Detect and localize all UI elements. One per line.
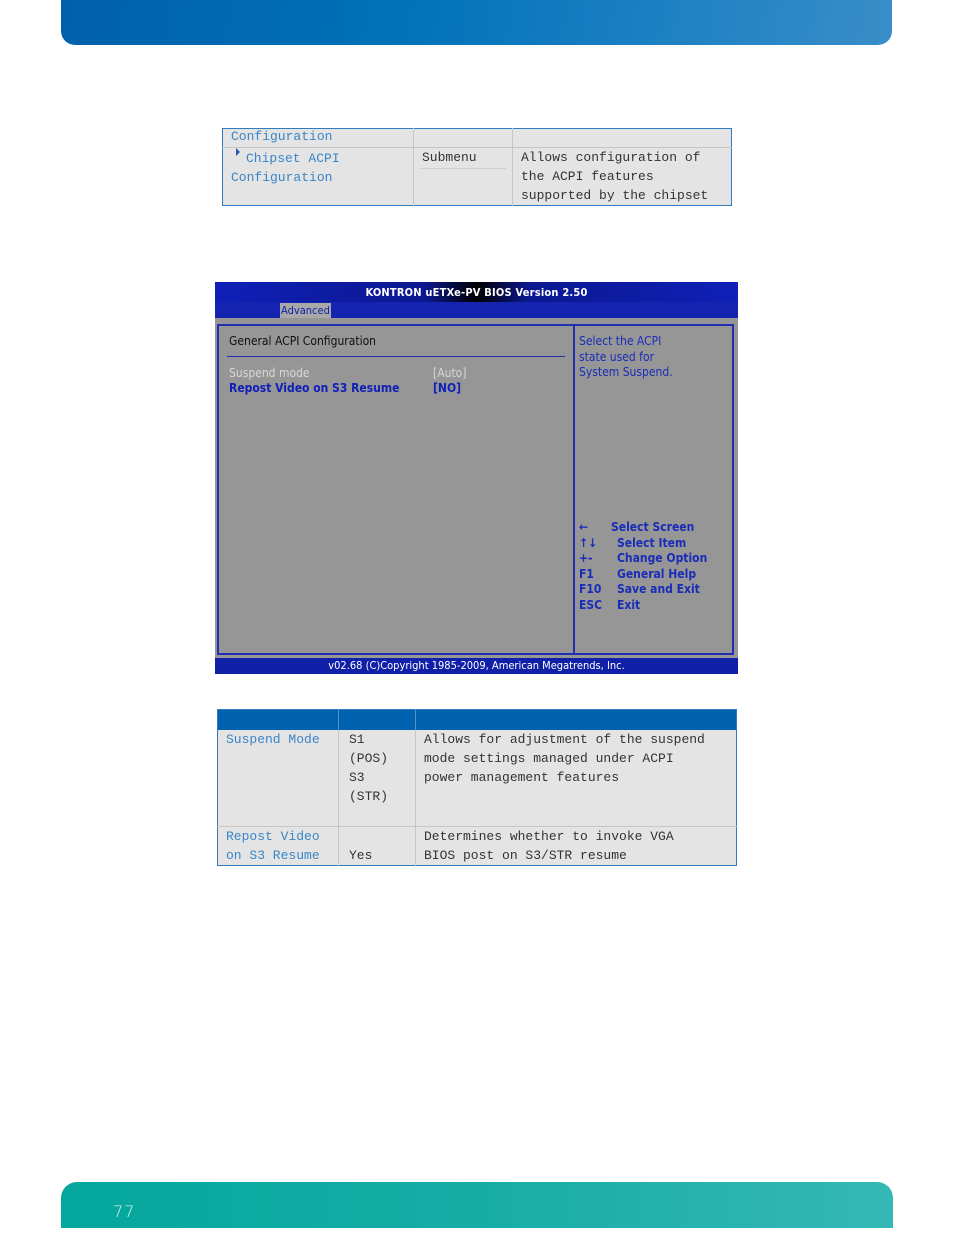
table-header-options (413, 128, 513, 148)
help-text: Select the ACPI state used for System Su… (579, 334, 729, 381)
key-row-select-item: ↑↓ Select Item (579, 536, 707, 552)
table-header-description (415, 709, 737, 730)
key-action: Select Screen (611, 520, 695, 534)
bios-screenshot: KONTRON uETXe-PV BIOS Version 2.50 Advan… (215, 282, 738, 674)
option-line: Yes (349, 848, 373, 863)
feature-line: Chipset ACPI (246, 151, 340, 166)
feature-line: Repost Video (226, 829, 320, 844)
feature-cell[interactable]: Chipset ACPI Configuration (223, 148, 414, 206)
feature-cell: Suspend Mode (217, 730, 339, 827)
table-row: Chipset ACPI Configuration Submenu Allow… (223, 147, 732, 206)
setting-label: Suspend mode (229, 366, 310, 380)
table-header-options (338, 709, 416, 730)
feature-cell: Repost Video on S3 Resume (218, 827, 339, 866)
description-line: BIOS post on S3/STR resume (424, 848, 627, 863)
help-line: System Suspend. (579, 365, 673, 379)
tab-advanced[interactable]: Advanced (280, 303, 331, 318)
options-cell: Submenu (413, 147, 513, 206)
key-label: +- (579, 551, 593, 565)
table-row: Repost Video on S3 Resume Yes Determines… (218, 826, 737, 866)
table-header-feature: Configuration (222, 128, 414, 148)
description-line: supported by the chipset (521, 188, 709, 203)
options-cell: S1 (POS) S3 (STR) (338, 730, 416, 827)
key-label: F1 (579, 566, 594, 581)
description-cell: Allows configuration of the ACPI feature… (512, 147, 732, 206)
setting-label: Repost Video on S3 Resume (229, 381, 400, 395)
key-action: General Help (617, 566, 697, 581)
section-divider (227, 356, 565, 357)
feature-line: Configuration (231, 170, 333, 185)
page-footer-band: 77 (61, 1182, 893, 1228)
table-header-row: Configuration (222, 128, 732, 148)
acpi-settings-table: Suspend Mode S1 (POS) S3 (STR) Allows fo… (217, 709, 737, 866)
key-row-change-option: +- Change Option (579, 551, 707, 567)
bios-status-bar: v02.68 (C)Copyright 1985-2009, American … (215, 658, 738, 674)
option-line (349, 829, 357, 844)
key-action: Exit (617, 597, 641, 612)
key-action: Select Item (617, 535, 687, 550)
key-action: Change Option (617, 551, 708, 565)
description-line: Determines whether to invoke VGA (424, 829, 674, 844)
table-header-description (512, 128, 732, 148)
bios-menu-bar: Advanced (215, 302, 738, 318)
option-line: S1 (349, 732, 365, 747)
key-row-exit: ESC Exit (579, 598, 707, 614)
feature-line: on S3 Resume (226, 848, 320, 863)
page-header-band (61, 0, 892, 45)
key-label: F10 (579, 582, 602, 596)
description-line: Allows configuration of (521, 150, 701, 165)
description-line: the ACPI features (521, 169, 654, 184)
key-action: Save and Exit (617, 582, 700, 596)
description-cell: Determines whether to invoke VGA BIOS po… (415, 826, 737, 866)
left-arrow-icon: ← (579, 520, 589, 534)
chipset-acpi-table: Configuration Chipset ACPI Configuration… (222, 128, 732, 206)
table-header-feature (217, 709, 339, 730)
up-down-arrow-icon: ↑↓ (579, 535, 598, 550)
setting-value[interactable]: [NO] (433, 381, 461, 395)
help-line: state used for (579, 349, 655, 364)
key-row-save-exit: F10 Save and Exit (579, 582, 707, 598)
option-line: S3 (349, 770, 365, 785)
key-row-select-screen: ← Select Screen (579, 520, 707, 536)
setting-repost-video[interactable]: Repost Video on S3 Resume [NO] (229, 381, 461, 395)
key-label: ESC (579, 597, 603, 612)
options-value: Submenu (422, 150, 477, 165)
option-line: (POS) (349, 751, 389, 766)
bios-title-bar: KONTRON uETXe-PV BIOS Version 2.50 (215, 282, 738, 302)
table-row: Suspend Mode S1 (POS) S3 (STR) Allows fo… (217, 730, 737, 827)
option-line: (STR) (349, 789, 389, 804)
description-cell: Allows for adjustment of the suspend mod… (415, 730, 737, 827)
description-line: Allows for adjustment of the suspend (424, 732, 705, 747)
bios-main-panel: General ACPI Configuration Suspend mode … (217, 324, 575, 655)
setting-suspend-mode[interactable]: Suspend mode [Auto] (229, 366, 467, 380)
submenu-arrow-icon (236, 148, 240, 156)
page-number: 77 (113, 1202, 136, 1221)
key-legend: ← Select Screen ↑↓ Select Item +- Change Op… (579, 520, 707, 613)
help-line: Select the ACPI (579, 334, 662, 348)
description-line: mode settings managed under ACPI (424, 751, 674, 766)
options-cell: Yes (338, 826, 416, 866)
description-line: power management features (424, 770, 620, 785)
key-row-general-help: F1 General Help (579, 567, 707, 583)
table-header-row (217, 709, 737, 730)
feature-line: Suspend Mode (226, 732, 320, 747)
setting-value[interactable]: [Auto] (433, 366, 467, 380)
cell-divider (420, 168, 506, 169)
section-title: General ACPI Configuration (229, 334, 377, 348)
bios-help-panel: Select the ACPI state used for System Su… (571, 324, 734, 655)
